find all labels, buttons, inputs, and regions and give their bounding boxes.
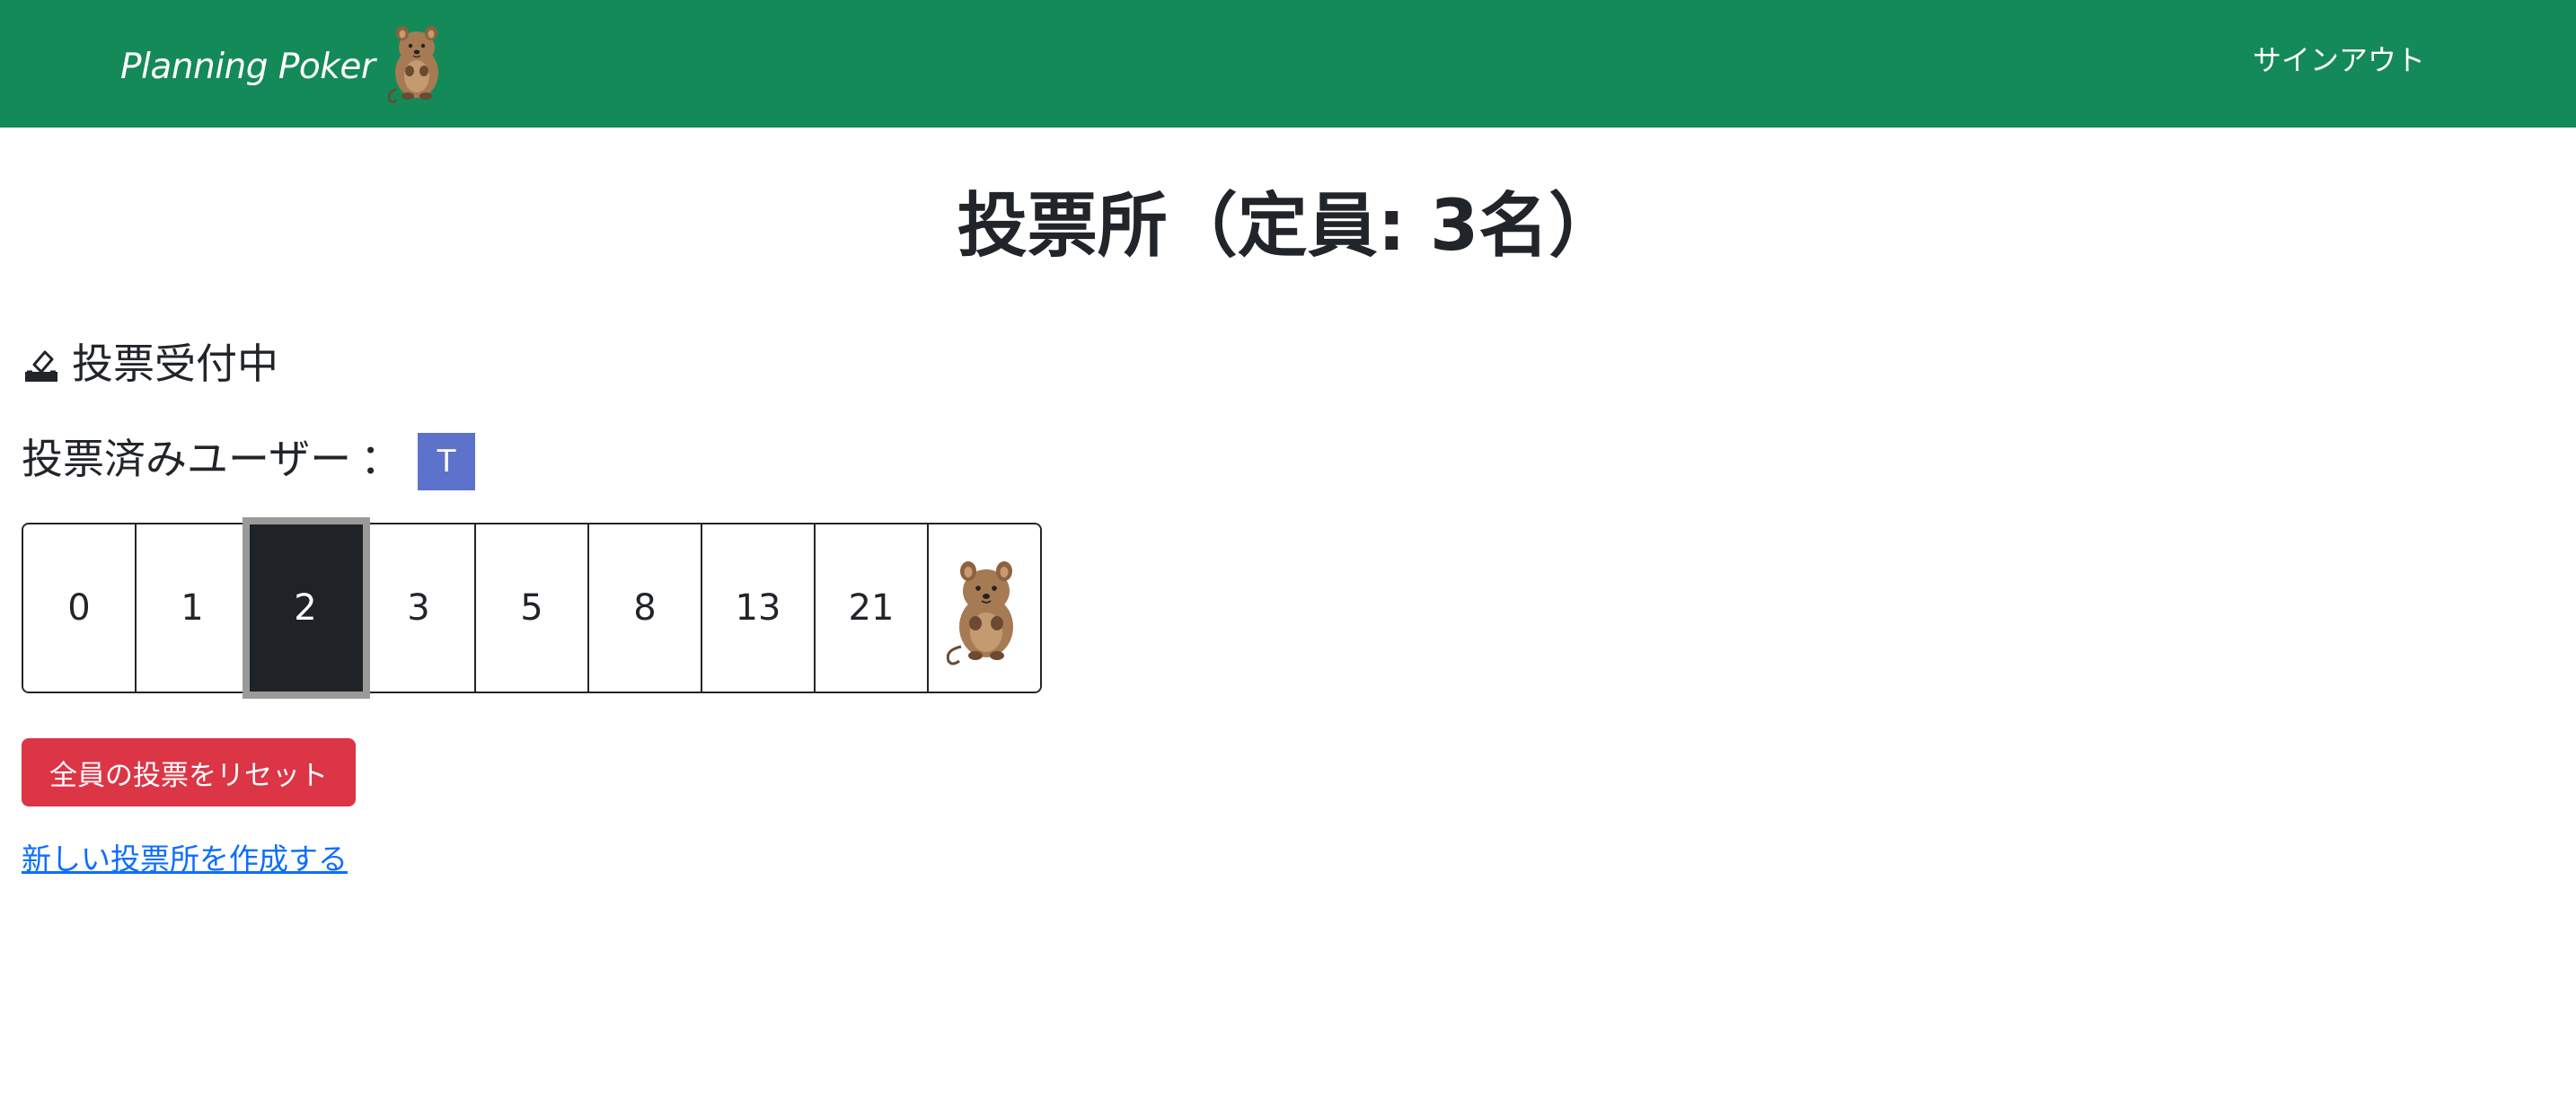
voted-users: 投票済みユーザー ： T [22, 424, 476, 490]
quokka-icon [388, 26, 439, 103]
ballot-box-icon [25, 350, 57, 382]
brand-title: Planning Poker [120, 46, 375, 87]
card-0[interactable]: 0 [23, 524, 137, 692]
card-21[interactable]: 21 [816, 524, 929, 692]
quokka-icon [946, 561, 1013, 665]
voted-users-label: 投票済みユーザー [22, 435, 352, 483]
card-1[interactable]: 1 [137, 524, 250, 692]
brand-link[interactable]: Planning Poker [120, 26, 450, 103]
card-quokka[interactable] [929, 524, 1040, 692]
card-5[interactable]: 5 [476, 524, 589, 692]
navbar: Planning Poker サインアウト [0, 0, 2576, 128]
user-badge: T [418, 433, 476, 490]
voted-users-colon: ： [360, 435, 402, 483]
card-2-selected[interactable]: 2 [243, 517, 370, 699]
card-13[interactable]: 13 [702, 524, 816, 692]
status-text: 投票受付中 [72, 339, 278, 388]
card-3[interactable]: 3 [363, 524, 476, 692]
signout-link[interactable]: サインアウト [2253, 38, 2425, 79]
page-title: 投票所（定員: 3名） [957, 186, 1619, 267]
card-8[interactable]: 8 [589, 524, 702, 692]
card-deck: 0 1 2 3 5 8 13 21 [22, 517, 1042, 699]
create-new-room-link[interactable]: 新しい投票所を作成する [22, 835, 348, 878]
voting-status: 投票受付中 [22, 329, 278, 393]
reset-votes-button[interactable]: 全員の投票をリセット [22, 738, 356, 806]
